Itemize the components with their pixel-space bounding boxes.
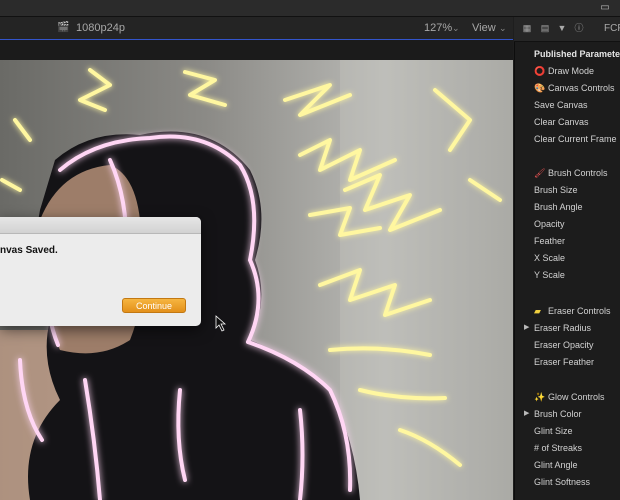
video-inspector-icon[interactable]: ▦ bbox=[522, 23, 532, 33]
info-icon[interactable]: ⓘ bbox=[574, 23, 584, 33]
disclosure-triangle-icon[interactable]: ▶ bbox=[524, 408, 529, 420]
palette-icon: 🎨 bbox=[534, 83, 546, 93]
param-clear-current-frame[interactable]: Clear Current Frame bbox=[534, 133, 617, 145]
top-bar: ▭ bbox=[0, 0, 620, 17]
inspector-header: ▦ ▤ ▼ ⓘ FCP bbox=[514, 17, 620, 42]
red-circle-icon: ⭕ bbox=[534, 66, 546, 76]
dialog-titlebar[interactable] bbox=[0, 217, 201, 234]
continue-button[interactable]: Continue bbox=[122, 298, 186, 313]
group-canvas-controls[interactable]: 🎨 Canvas Controls bbox=[534, 82, 615, 94]
format-label: 1080p24p bbox=[76, 22, 125, 34]
filter-icon[interactable]: ▼ bbox=[557, 23, 567, 33]
param-opacity[interactable]: Opacity bbox=[534, 218, 565, 230]
group-glow-controls[interactable]: ✨ Glow Controls bbox=[534, 391, 605, 403]
viewer-header: 🎬 1080p24p 127% ⌄ View ⌄ bbox=[0, 17, 513, 40]
param-glint-softness[interactable]: Glint Softness bbox=[534, 476, 590, 488]
canvas-saved-dialog: nvas Saved. Continue bbox=[0, 217, 201, 326]
view-menu[interactable]: View bbox=[472, 21, 496, 35]
viewer-letterbox bbox=[0, 40, 513, 60]
param-streaks[interactable]: # of Streaks bbox=[534, 442, 582, 454]
param-eraser-feather[interactable]: Eraser Feather bbox=[534, 356, 594, 368]
film-icon[interactable]: ▤ bbox=[540, 23, 550, 33]
param-x-scale[interactable]: X Scale bbox=[534, 252, 565, 264]
chevron-down-icon[interactable]: ⌄ bbox=[499, 21, 507, 35]
published-parameters-header: Published Parameters bbox=[534, 49, 620, 59]
param-clear-canvas[interactable]: Clear Canvas bbox=[534, 116, 589, 128]
eraser-icon: ▰ bbox=[534, 306, 541, 316]
param-glint-angle[interactable]: Glint Angle bbox=[534, 459, 578, 471]
param-y-scale[interactable]: Y Scale bbox=[534, 269, 565, 281]
clapper-icon: 🎬 bbox=[57, 22, 70, 33]
param-brush-size[interactable]: Brush Size bbox=[534, 184, 578, 196]
param-glint-size[interactable]: Glint Size bbox=[534, 425, 573, 437]
dialog-message: nvas Saved. bbox=[0, 245, 58, 256]
disclosure-triangle-icon[interactable]: ▶ bbox=[524, 322, 529, 334]
group-brush-controls[interactable]: 🖌 Brush Controls bbox=[534, 167, 608, 179]
sparkles-icon: ✨ bbox=[534, 392, 546, 402]
chevron-down-icon[interactable]: ⌄ bbox=[452, 21, 460, 35]
param-save-canvas[interactable]: Save Canvas bbox=[534, 99, 588, 111]
param-eraser-opacity[interactable]: Eraser Opacity bbox=[534, 339, 594, 351]
window-icon[interactable]: ▭ bbox=[598, 2, 612, 13]
zoom-menu[interactable]: 127% bbox=[424, 21, 452, 35]
param-draw-mode[interactable]: ⭕ Draw Mode bbox=[534, 65, 594, 77]
param-brush-angle[interactable]: Brush Angle bbox=[534, 201, 583, 213]
param-eraser-radius[interactable]: Eraser Radius bbox=[534, 322, 591, 334]
inspector-panel: Published Parameters ⭕ Draw Mode 🎨 Canvas … bbox=[514, 42, 620, 500]
param-feather[interactable]: Feather bbox=[534, 235, 565, 247]
brush-icon: 🖌 bbox=[534, 168, 546, 178]
inspector-tab-label[interactable]: FCP bbox=[604, 22, 620, 35]
group-eraser-controls[interactable]: ▰ Eraser Controls bbox=[534, 305, 611, 317]
param-brush-color[interactable]: Brush Color bbox=[534, 408, 582, 420]
